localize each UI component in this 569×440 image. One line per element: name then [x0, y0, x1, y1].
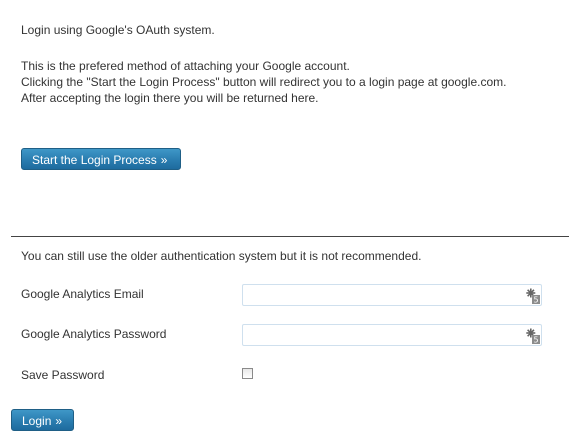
oauth-description-line-1: This is the prefered method of attaching… — [21, 59, 350, 73]
password-field[interactable] — [243, 325, 521, 345]
email-field[interactable] — [243, 285, 521, 305]
svg-text:5: 5 — [533, 336, 538, 345]
password-manager-icon[interactable]: 5 — [526, 328, 540, 344]
password-field-wrapper: 5 — [242, 324, 542, 346]
email-label: Google Analytics Email — [21, 287, 144, 301]
oauth-intro-text: Login using Google's OAuth system. — [21, 23, 215, 37]
start-login-process-label: Start the Login Process — [32, 153, 157, 167]
login-button-label: Login — [22, 414, 52, 428]
legacy-auth-notice: You can still use the older authenticati… — [21, 249, 422, 263]
login-button[interactable]: Login» — [11, 409, 74, 431]
section-divider — [11, 236, 569, 237]
oauth-description-line-2: Clicking the "Start the Login Process" b… — [21, 75, 507, 89]
chevron-right-double-icon: » — [160, 153, 168, 167]
email-field-wrapper: 5 — [242, 284, 542, 306]
save-password-checkbox[interactable] — [242, 368, 253, 379]
save-password-label: Save Password — [21, 368, 105, 382]
oauth-description-line-3: After accepting the login there you will… — [21, 91, 319, 105]
password-manager-icon[interactable]: 5 — [526, 288, 540, 304]
password-label: Google Analytics Password — [21, 327, 167, 341]
chevron-right-double-icon: » — [55, 414, 63, 428]
svg-text:5: 5 — [533, 296, 538, 305]
start-login-process-button[interactable]: Start the Login Process» — [21, 148, 181, 170]
